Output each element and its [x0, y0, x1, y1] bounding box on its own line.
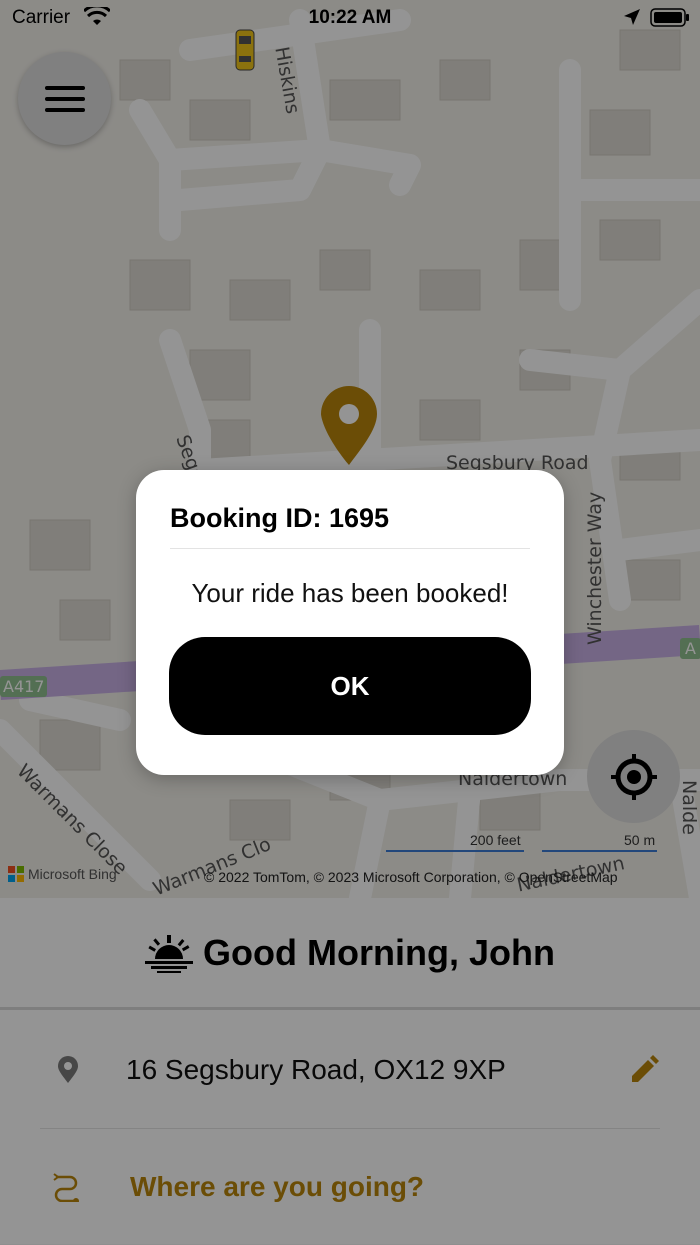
- taxi-icon: [235, 29, 255, 71]
- menu-icon: [44, 85, 85, 112]
- clock: 10:22 AM: [308, 7, 392, 28]
- destination-input[interactable]: Where are you going?: [130, 1171, 424, 1203]
- route-icon: [53, 1173, 79, 1202]
- pickup-address: 16 Segsbury Road, OX12 9XP: [126, 1054, 506, 1085]
- status-bar: Carrier 10:22 AM: [0, 0, 700, 36]
- road-shield: A417: [0, 676, 48, 697]
- map-attribution[interactable]: © 2022 TomTom, © 2023 Microsoft Corporat…: [204, 869, 618, 885]
- microsoft-logo-icon: [8, 866, 24, 882]
- battery-icon: [650, 8, 689, 27]
- dialog-divider: [170, 548, 530, 549]
- ok-button[interactable]: OK: [169, 637, 531, 735]
- dialog-title: Booking ID: 1695: [170, 503, 390, 533]
- edit-pencil-icon[interactable]: [628, 1054, 660, 1086]
- locate-icon: [610, 753, 657, 800]
- map-provider: Microsoft Bing: [8, 866, 117, 882]
- street-label: Nalde: [678, 780, 700, 835]
- road-shield: A: [680, 638, 700, 659]
- greeting: Good Morning, John: [0, 898, 700, 1010]
- scale-bar-meters: [542, 850, 657, 852]
- bottom-panel: Good Morning, John 16 Segsbury Road, OX1…: [0, 898, 700, 1244]
- booking-dialog: Booking ID: 1695 Your ride has been book…: [136, 470, 564, 775]
- scale-bar-feet: [386, 850, 524, 852]
- street-label: Winchester Way: [584, 491, 606, 645]
- sunrise-icon: [145, 934, 194, 973]
- scale-feet: 200 feet: [470, 832, 521, 848]
- destination-row[interactable]: Where are you going?: [40, 1129, 660, 1245]
- dialog-message: Your ride has been booked!: [191, 578, 509, 608]
- menu-button[interactable]: [18, 52, 111, 145]
- location-arrow-icon: [624, 9, 640, 25]
- scale-meters: 50 m: [624, 832, 656, 848]
- locate-button[interactable]: [587, 730, 680, 823]
- location-pin-icon: [58, 1056, 78, 1083]
- pickup-row[interactable]: 16 Segsbury Road, OX12 9XP: [40, 1012, 660, 1129]
